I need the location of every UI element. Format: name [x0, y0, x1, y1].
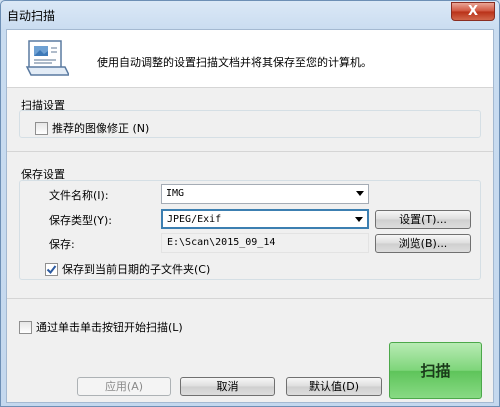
divider — [7, 151, 493, 152]
save-type-combobox[interactable]: JPEG/Exif — [161, 209, 369, 229]
header-panel: 使用自动调整的设置扫描文档并将其保存至您的计算机。 — [7, 30, 493, 88]
dropdown-arrow-icon[interactable] — [356, 191, 364, 196]
scan-button[interactable]: 扫描 — [389, 342, 482, 399]
header-description: 使用自动调整的设置扫描文档并将其保存至您的计算机。 — [97, 56, 372, 69]
window-title: 自动扫描 — [7, 9, 56, 23]
close-button[interactable]: X — [451, 2, 495, 21]
divider — [7, 298, 493, 299]
apply-button[interactable]: 应用(A) — [77, 377, 171, 396]
file-name-value: IMG — [166, 188, 185, 199]
cancel-button[interactable]: 取消 — [180, 377, 275, 396]
save-type-value: JPEG/Exif — [167, 214, 222, 225]
auto-scan-dialog: 自动扫描 X 使用自动调整的设置扫描文档并将其保存至您的计算机。 扫描设置 推荐… — [0, 0, 500, 407]
start-by-button-label: 通过单击单击按钮开始扫描(L) — [36, 321, 183, 334]
recommended-fix-checkbox[interactable]: 推荐的图像修正 (N) — [35, 120, 149, 136]
checkmark-icon[interactable] — [45, 262, 58, 276]
save-to-path: E:\Scan\2015_09_14 — [161, 233, 369, 253]
browse-button[interactable]: 浏览(B)... — [375, 234, 471, 253]
dropdown-arrow-icon[interactable] — [355, 217, 363, 222]
start-by-button-checkbox[interactable]: 通过单击单击按钮开始扫描(L) — [19, 319, 183, 335]
recommended-fix-label: 推荐的图像修正 (N) — [52, 122, 150, 135]
settings-button[interactable]: 设置(T)... — [375, 210, 471, 229]
checkbox-box[interactable] — [19, 320, 32, 334]
save-type-label: 保存类型(Y): — [49, 214, 113, 227]
dialog-body: 使用自动调整的设置扫描文档并将其保存至您的计算机。 扫描设置 推荐的图像修正 (… — [6, 29, 494, 403]
subfolder-checkbox[interactable]: 保存到当前日期的子文件夹(C) — [45, 261, 210, 277]
save-to-label: 保存: — [49, 238, 75, 251]
checkbox-box[interactable] — [35, 121, 48, 135]
scan-document-icon — [25, 40, 69, 76]
subfolder-label: 保存到当前日期的子文件夹(C) — [62, 263, 211, 276]
title-bar[interactable]: 自动扫描 X — [1, 1, 499, 29]
file-name-label: 文件名称(I): — [49, 189, 109, 202]
file-name-combobox[interactable]: IMG — [161, 184, 369, 204]
defaults-button[interactable]: 默认值(D) — [286, 377, 382, 396]
